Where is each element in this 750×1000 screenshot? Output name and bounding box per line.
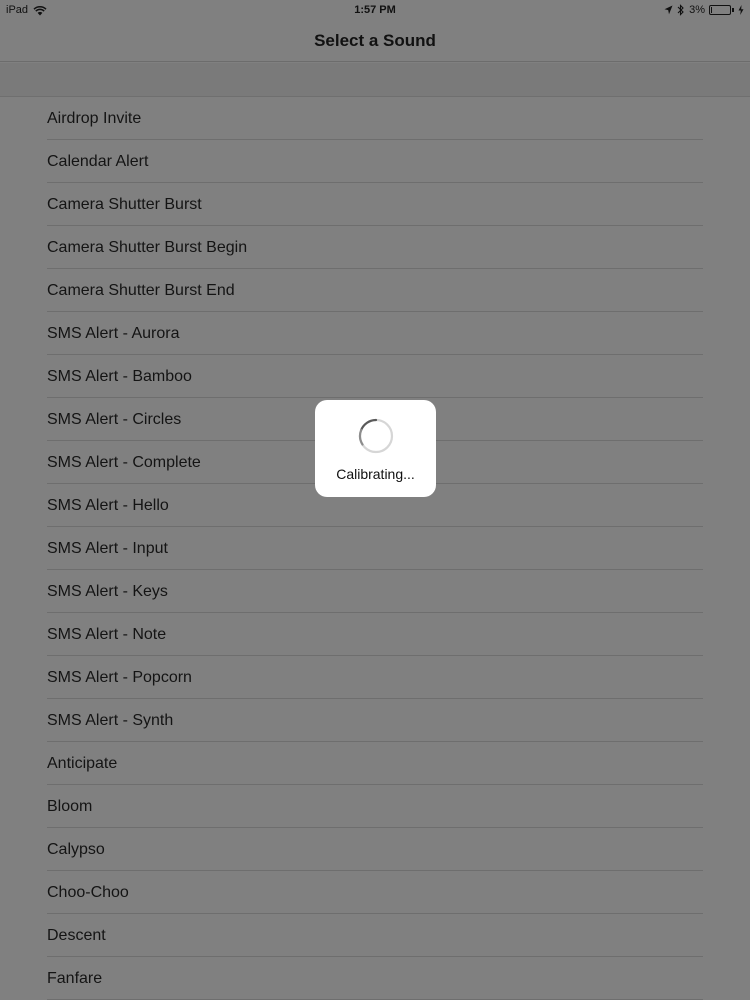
battery-fill	[711, 7, 712, 13]
sound-item-descent[interactable]: Descent	[0, 914, 750, 957]
sound-item-camera-shutter-burst-end[interactable]: Camera Shutter Burst End	[0, 269, 750, 312]
sound-item-sms-alert-synth[interactable]: SMS Alert - Synth	[0, 699, 750, 742]
hud-label: Calibrating...	[336, 466, 415, 482]
charging-bolt-icon	[738, 5, 744, 15]
sound-item-choo-choo[interactable]: Choo-Choo	[0, 871, 750, 914]
location-arrow-icon	[664, 5, 673, 15]
sound-list: Airdrop Invite Calendar Alert Camera Shu…	[0, 97, 750, 1000]
battery-tip	[732, 8, 734, 12]
sound-item-bloom[interactable]: Bloom	[0, 785, 750, 828]
section-header	[0, 63, 750, 97]
page-title: Select a Sound	[314, 31, 436, 50]
sound-item-calendar-alert[interactable]: Calendar Alert	[0, 140, 750, 183]
screen: iPad 1:57 PM 3% Select a Sound Airdrop I…	[0, 0, 750, 1000]
sound-item-camera-shutter-burst-begin[interactable]: Camera Shutter Burst Begin	[0, 226, 750, 269]
nav-bar: Select a Sound	[0, 22, 750, 62]
sound-item-camera-shutter-burst[interactable]: Camera Shutter Burst	[0, 183, 750, 226]
status-time: 1:57 PM	[354, 4, 396, 16]
status-bar: iPad 1:57 PM 3%	[0, 0, 750, 22]
sound-item-sms-alert-popcorn[interactable]: SMS Alert - Popcorn	[0, 656, 750, 699]
sound-item-sms-alert-note[interactable]: SMS Alert - Note	[0, 613, 750, 656]
activity-spinner-icon	[358, 418, 393, 454]
sound-item-sms-alert-keys[interactable]: SMS Alert - Keys	[0, 570, 750, 613]
battery-icon	[709, 5, 731, 15]
sound-item-sms-alert-input[interactable]: SMS Alert - Input	[0, 527, 750, 570]
sound-item-sms-alert-aurora[interactable]: SMS Alert - Aurora	[0, 312, 750, 355]
battery-percent: 3%	[689, 4, 705, 16]
sound-item-fanfare[interactable]: Fanfare	[0, 957, 750, 1000]
sound-item-anticipate[interactable]: Anticipate	[0, 742, 750, 785]
sound-item-calypso[interactable]: Calypso	[0, 828, 750, 871]
bluetooth-icon	[677, 4, 684, 16]
sound-item-sms-alert-bamboo[interactable]: SMS Alert - Bamboo	[0, 355, 750, 398]
status-right: 3%	[664, 4, 744, 16]
loading-hud: Calibrating...	[315, 400, 436, 497]
sound-item-airdrop-invite[interactable]: Airdrop Invite	[0, 97, 750, 140]
